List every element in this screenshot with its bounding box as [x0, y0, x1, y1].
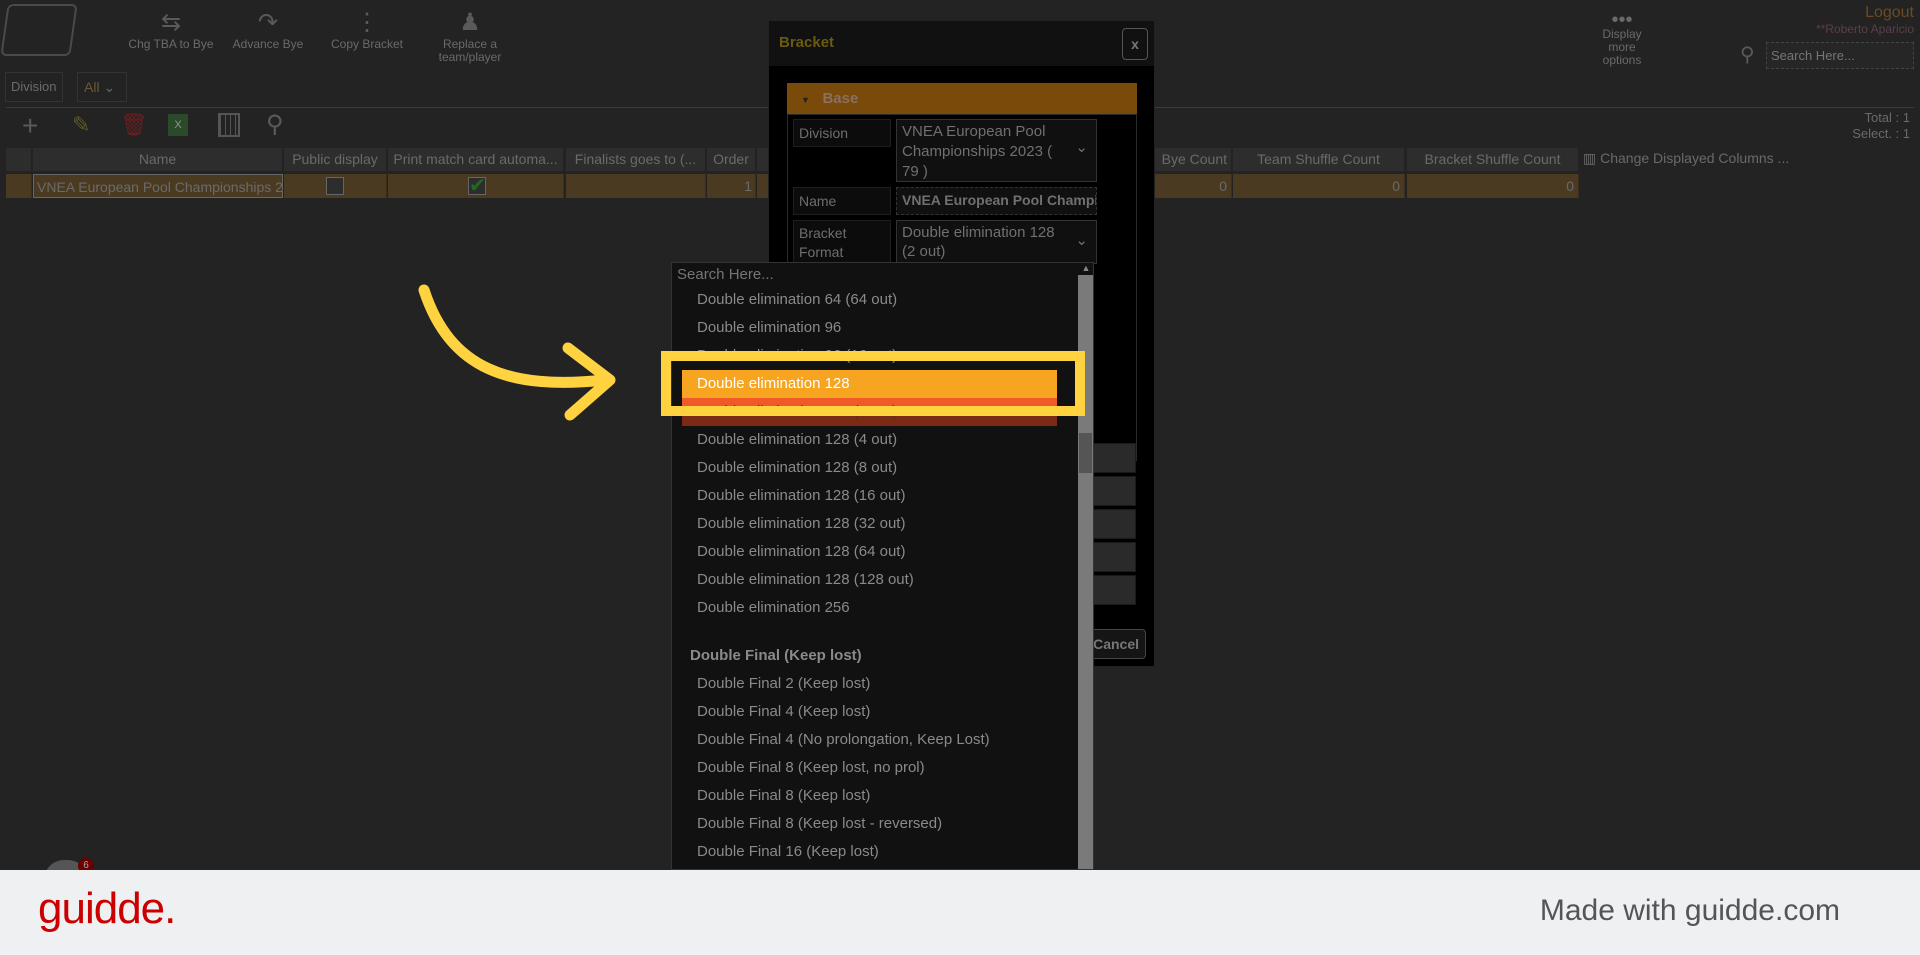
- column-header-team-shuffle[interactable]: Team Shuffle Count: [1233, 148, 1405, 171]
- global-search-input[interactable]: [1766, 42, 1914, 69]
- chevron-down-icon: ⌄: [1075, 232, 1088, 249]
- dropdown-group-header: Double Final (Keep lost): [690, 647, 862, 664]
- scroll-up-icon[interactable]: ▲: [1078, 263, 1093, 275]
- dialog-side-button[interactable]: [1091, 443, 1136, 473]
- dropdown-option[interactable]: Double Final 4 (No prolongation, Keep Lo…: [672, 726, 1077, 754]
- highlight-annotation-box: [661, 351, 1085, 416]
- add-icon[interactable]: +: [22, 110, 38, 142]
- dialog-side-button[interactable]: [1091, 509, 1136, 539]
- cell-name: VNEA European Pool Championships 20: [33, 174, 283, 198]
- dropdown-option[interactable]: Double elimination 128 (8 out): [672, 454, 1077, 482]
- total-count: Total : 1: [1864, 110, 1910, 125]
- copy-bracket-button[interactable]: ⋮ Copy Bracket: [312, 8, 422, 51]
- columns-icon: ▥: [1583, 150, 1597, 166]
- cell-bracket-shuffle: 0: [1407, 174, 1579, 198]
- column-header-name[interactable]: Name: [33, 148, 283, 171]
- footer-tagline: Made with guidde.com: [1539, 894, 1840, 927]
- division-label: Division: [793, 119, 891, 147]
- name-label: Name: [793, 187, 891, 215]
- advance-bye-button[interactable]: ↷ Advance Bye: [213, 8, 323, 51]
- dialog-side-button[interactable]: [1091, 575, 1136, 605]
- search-icon: ⚲: [1740, 44, 1755, 66]
- dropdown-option[interactable]: Double elimination 128 (64 out): [672, 538, 1077, 566]
- delete-trash-icon[interactable]: 🗑: [120, 112, 148, 138]
- excel-export-icon[interactable]: X: [168, 114, 188, 136]
- chevron-down-icon: ⌄: [1075, 139, 1088, 156]
- logout-link[interactable]: Logout: [1865, 4, 1914, 22]
- dialog-side-button[interactable]: [1091, 476, 1136, 506]
- bracket-format-label: Bracket Format: [793, 220, 891, 264]
- caret-down-icon: ▼: [801, 95, 810, 105]
- footer: guidde. Made with guidde.com: [0, 870, 1920, 955]
- dropdown-search-input[interactable]: [672, 263, 1077, 286]
- dropdown-option[interactable]: Double elimination 128 (32 out): [672, 510, 1077, 538]
- dropdown-option[interactable]: Double elimination 128 (128 out): [672, 566, 1077, 594]
- dropdown-option[interactable]: Double elimination 64 (64 out): [672, 286, 1077, 314]
- dropdown-option[interactable]: Double Final 8 (Keep lost, no prol): [672, 754, 1077, 782]
- select-column-header: [6, 148, 32, 171]
- chevron-down-icon: ⌄: [103, 79, 116, 95]
- user-name: **Roberto Aparicio: [1815, 22, 1914, 36]
- swap-arrows-icon: ⇆: [160, 9, 182, 36]
- replace-user-icon: ♟: [459, 9, 481, 36]
- column-header-public-display[interactable]: Public display: [284, 148, 387, 171]
- guidde-logo: guidde.: [38, 884, 176, 933]
- cell-team-shuffle: 0: [1233, 174, 1405, 198]
- annotation-arrow-icon: [418, 284, 616, 421]
- dropdown-option[interactable]: Double elimination 256: [672, 594, 1077, 622]
- close-button[interactable]: x: [1122, 28, 1148, 60]
- app-logo[interactable]: [0, 4, 78, 56]
- select-count: Select. : 1: [1852, 126, 1910, 141]
- cell-order: 1: [707, 174, 756, 198]
- dropdown-option[interactable]: Double elimination 128 (16 out): [672, 482, 1077, 510]
- chg-tba-to-bye-button[interactable]: ⇆ Chg TBA to Bye: [116, 8, 226, 51]
- division-select[interactable]: VNEA European Pool Championships 2023 ( …: [896, 119, 1097, 182]
- forward-arrow-icon: ↷: [257, 9, 279, 36]
- more-dots-icon: •••: [1611, 9, 1633, 31]
- column-header-bracket-shuffle[interactable]: Bracket Shuffle Count: [1407, 148, 1579, 171]
- cell-finalists: [566, 174, 706, 198]
- dialog-title: Bracket: [779, 34, 835, 51]
- scrollbar-thumb[interactable]: [1079, 433, 1092, 473]
- column-header-print-match-card[interactable]: Print match card automa...: [388, 148, 564, 171]
- section-base-toggle[interactable]: ▼ Base: [787, 83, 1137, 114]
- dropdown-option[interactable]: Double elimination 128 (4 out): [672, 426, 1077, 454]
- edit-pencil-icon[interactable]: ✎: [72, 112, 90, 138]
- column-header-finalists[interactable]: Finalists goes to (...: [566, 148, 706, 171]
- division-filter-select[interactable]: All ⌄: [77, 72, 127, 102]
- dialog-side-button[interactable]: [1091, 542, 1136, 572]
- dropdown-option[interactable]: Double Final 8 (Keep lost): [672, 782, 1077, 810]
- bracket-icon: ⋮: [355, 9, 379, 36]
- dialog-header: Bracket x: [769, 21, 1154, 66]
- dropdown-option[interactable]: Double elimination 96: [672, 314, 1077, 342]
- columns-icon[interactable]: [218, 113, 240, 137]
- cancel-button[interactable]: Cancel: [1089, 629, 1146, 659]
- dropdown-option[interactable]: Double Final 4 (Keep lost): [672, 698, 1077, 726]
- print-match-card-checkbox[interactable]: ✔: [468, 176, 486, 196]
- public-display-checkbox[interactable]: [326, 177, 344, 195]
- name-input[interactable]: VNEA European Pool Championships: [896, 187, 1097, 215]
- search-icon[interactable]: ⚲: [266, 110, 284, 139]
- change-displayed-columns-button[interactable]: ▥ Change Displayed Columns ...: [1583, 150, 1789, 167]
- dropdown-option[interactable]: Double Final 8 (Keep lost - reversed): [672, 810, 1077, 838]
- replace-team-button[interactable]: ♟ Replace a team/player: [415, 8, 525, 64]
- dropdown-option[interactable]: Double Final 2 (Keep lost): [672, 670, 1077, 698]
- dropdown-option[interactable]: Double Final 16 (Keep lost): [672, 838, 1077, 866]
- division-filter-label: Division: [5, 72, 63, 102]
- column-header-order[interactable]: Order: [707, 148, 756, 171]
- display-more-options-button[interactable]: ••• Display more options: [1582, 9, 1662, 67]
- bracket-format-select[interactable]: Double elimination 128 (2 out) ⌄: [896, 220, 1097, 264]
